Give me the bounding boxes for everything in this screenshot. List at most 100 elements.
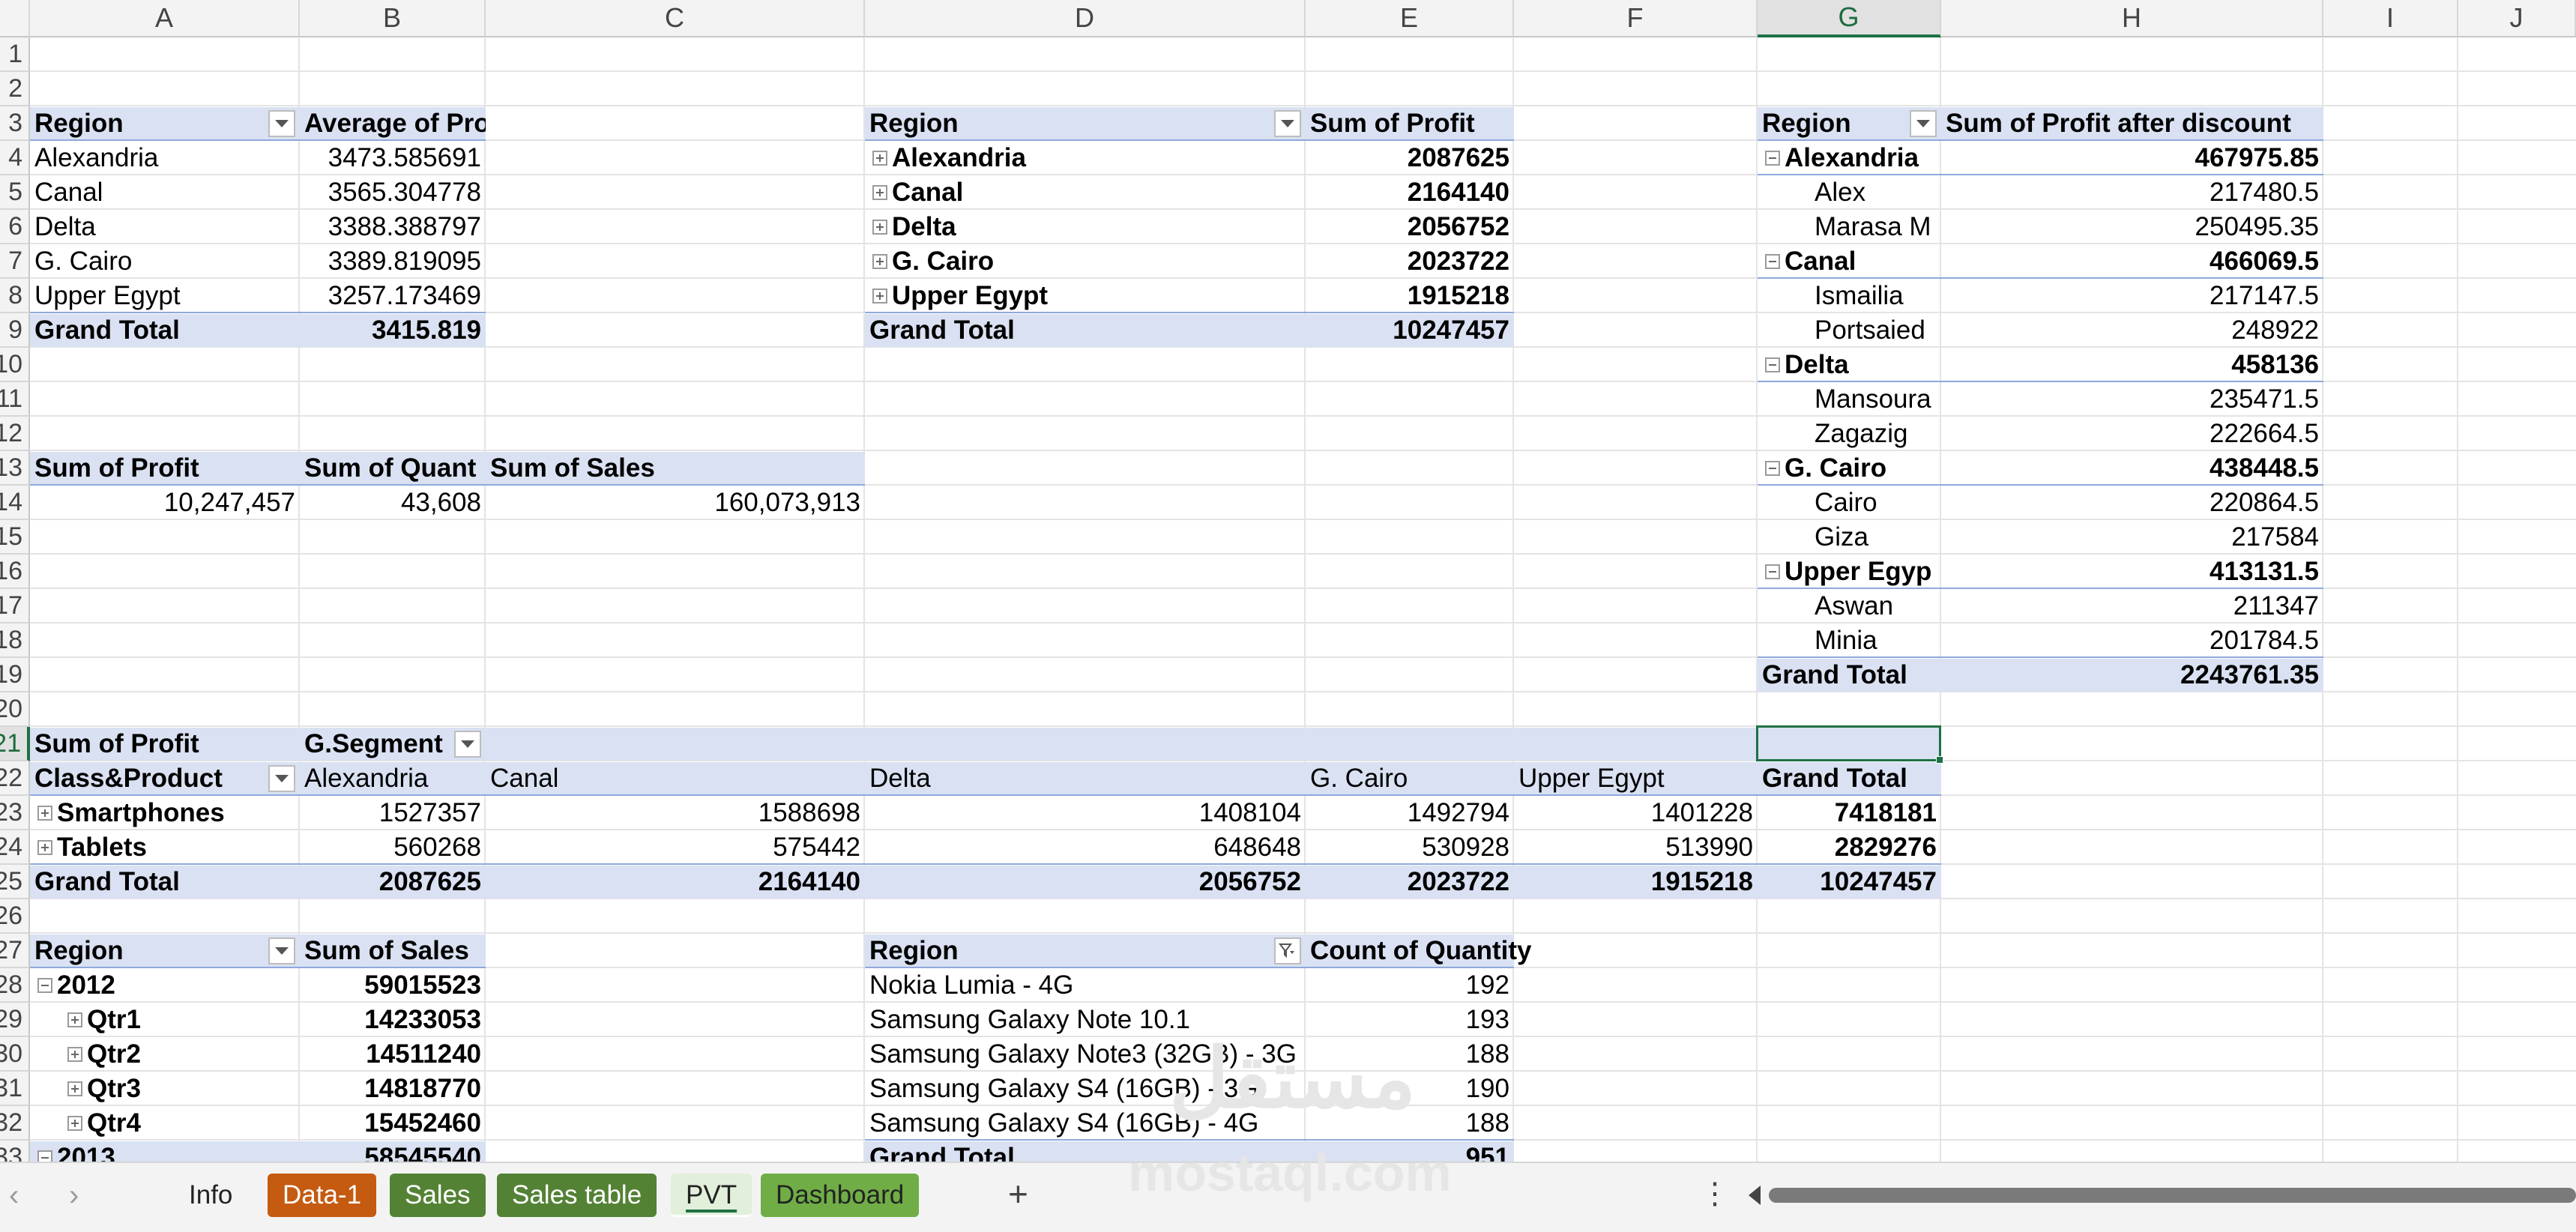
sheet-tab-sales-table[interactable]: Sales table [497, 1174, 657, 1217]
pivot5-total-value[interactable]: 2023722 [1306, 865, 1514, 899]
pivot7-header-value[interactable]: Count of Quantity [1306, 934, 1758, 968]
pivot2-row-label[interactable]: Canal [865, 175, 1306, 210]
pivot7-row-value[interactable]: 190 [1306, 1072, 1514, 1106]
row-header-5[interactable]: 5 [0, 175, 30, 210]
pivot3-child-label[interactable]: Ismailia [1810, 279, 1941, 313]
expand-icon[interactable] [872, 288, 887, 304]
pivot7-row-value[interactable]: 188 [1306, 1037, 1514, 1072]
pivot1-header-value[interactable]: Average of Profit [300, 106, 486, 141]
expand-icon[interactable] [872, 219, 887, 235]
pivot2-row-label[interactable]: G. Cairo [865, 244, 1306, 279]
row-header-2[interactable]: 2 [0, 72, 30, 106]
pivot5-total-value[interactable]: 2087625 [300, 865, 486, 899]
pivot6-row-value[interactable]: 14233053 [300, 1003, 486, 1037]
pivot3-group-value[interactable]: 413131.5 [1941, 555, 2323, 589]
pivot4-value[interactable]: 160,073,913 [486, 486, 865, 520]
row-header-4[interactable]: 4 [0, 141, 30, 175]
pivot3-header-value[interactable]: Sum of Profit after discount [1941, 106, 2323, 141]
column-header-b[interactable]: B [300, 0, 486, 37]
row-header-7[interactable]: 7 [0, 244, 30, 279]
expand-icon[interactable] [872, 184, 887, 200]
pivot3-child-label[interactable]: Aswan [1810, 589, 1941, 623]
pivot5-value[interactable]: 2829276 [1758, 830, 1941, 865]
pivot5-total-value[interactable]: 10247457 [1758, 865, 1941, 899]
column-header-a[interactable]: A [30, 0, 300, 37]
pivot1-row-label[interactable]: Canal [30, 175, 300, 210]
pivot3-child-value[interactable]: 201784.5 [1941, 623, 2323, 658]
pivot5-col-header[interactable]: G. Cairo [1306, 761, 1514, 796]
pivot5-total-value[interactable]: 1915218 [1514, 865, 1758, 899]
row-header-11[interactable]: 11 [0, 382, 30, 417]
pivot1-row-value[interactable]: 3565.304778 [300, 175, 486, 210]
pivot4-value[interactable]: 10,247,457 [30, 486, 300, 520]
expand-icon[interactable] [67, 1081, 82, 1096]
pivot3-child-label[interactable]: Zagazig [1810, 417, 1941, 451]
pivot5-col-header[interactable]: Grand Total [1758, 761, 1941, 796]
pivot3-child-value[interactable]: 235471.5 [1941, 382, 2323, 417]
horizontal-scrollbar[interactable] [1769, 1188, 2576, 1203]
row-header-29[interactable]: 29 [0, 1003, 30, 1037]
pivot1-row-label[interactable]: Upper Egypt [30, 279, 300, 313]
row-header-20[interactable]: 20 [0, 692, 30, 727]
filter-active-icon[interactable] [1274, 937, 1301, 964]
column-header-i[interactable]: I [2323, 0, 2458, 37]
pivot2-total-value[interactable]: 10247457 [1306, 313, 1514, 348]
pivot5-value[interactable]: 530928 [1306, 830, 1514, 865]
pivot3-group-value[interactable]: 466069.5 [1941, 244, 2323, 279]
pivot1-row-value[interactable]: 3389.819095 [300, 244, 486, 279]
collapse-icon[interactable] [1765, 357, 1780, 372]
row-header-23[interactable]: 23 [0, 796, 30, 830]
pivot7-row-label[interactable]: Samsung Galaxy Note3 (32GB) - 3G [865, 1037, 1306, 1072]
sheet-tab-data-1[interactable]: Data-1 [268, 1174, 377, 1217]
sheet-tab-sales[interactable]: Sales [390, 1174, 486, 1217]
active-cell[interactable] [1756, 725, 1943, 764]
pivot6-row-value[interactable]: 15452460 [300, 1106, 486, 1141]
column-header-f[interactable]: F [1514, 0, 1758, 37]
pivot7-row-value[interactable]: 188 [1306, 1106, 1514, 1141]
pivot3-child-value[interactable]: 248922 [1941, 313, 2323, 348]
pivot3-group-label[interactable]: Delta [1758, 348, 1941, 382]
pivot3-child-value[interactable]: 220864.5 [1941, 486, 2323, 520]
expand-icon[interactable] [37, 805, 52, 821]
row-header-14[interactable]: 14 [0, 486, 30, 520]
pivot6-row-value[interactable]: 59015523 [300, 968, 486, 1003]
pivot4-header[interactable]: Sum of Profit [30, 451, 300, 486]
prev-sheet-icon[interactable]: ‹ [9, 1174, 19, 1217]
pivot3-group-label[interactable]: Alexandria [1758, 141, 1941, 175]
pivot5-value[interactable]: 560268 [300, 830, 486, 865]
dropdown-filter-icon[interactable] [454, 731, 481, 758]
row-header-21[interactable]: 21 [0, 727, 30, 761]
pivot5-col-header[interactable]: Alexandria [300, 761, 486, 796]
column-header-j[interactable]: J [2458, 0, 2576, 37]
row-header-15[interactable]: 15 [0, 520, 30, 555]
pivot3-child-value[interactable]: 217480.5 [1941, 175, 2323, 210]
pivot6-row-label[interactable]: Qtr3 [60, 1072, 300, 1106]
pivot5-value[interactable]: 648648 [865, 830, 1306, 865]
collapse-icon[interactable] [37, 977, 52, 993]
pivot5-value[interactable]: 1588698 [486, 796, 865, 830]
column-header-h[interactable]: H [1941, 0, 2323, 37]
row-header-33[interactable]: 33 [0, 1141, 30, 1162]
column-header-g[interactable]: G [1758, 0, 1941, 37]
pivot5-col-header[interactable]: Canal [486, 761, 865, 796]
row-header-19[interactable]: 19 [0, 658, 30, 692]
expand-icon[interactable] [872, 150, 887, 166]
dropdown-filter-icon[interactable] [268, 110, 295, 137]
pivot6-header-value[interactable]: Sum of Sales [300, 934, 486, 968]
pivot2-row-value[interactable]: 1915218 [1306, 279, 1514, 313]
spreadsheet-grid[interactable]: ABCDEFGHIJ123456789101112131415161718192… [0, 0, 2576, 1162]
more-options-icon[interactable]: ⋮ [1700, 1172, 1730, 1216]
scroll-left-icon[interactable] [1749, 1186, 1761, 1205]
pivot5-value[interactable]: 1527357 [300, 796, 486, 830]
pivot6-row-value[interactable]: 58545540 [300, 1141, 486, 1162]
pivot5-value[interactable]: 513990 [1514, 830, 1758, 865]
pivot3-group-value[interactable]: 467975.85 [1941, 141, 2323, 175]
pivot5-total-value[interactable]: 2164140 [486, 865, 865, 899]
sheet-tab-info[interactable]: Info [174, 1174, 248, 1217]
pivot7-total-value[interactable]: 951 [1306, 1141, 1514, 1162]
pivot6-row-label[interactable]: 2013 [30, 1141, 300, 1162]
collapse-icon[interactable] [1765, 253, 1780, 269]
row-header-22[interactable]: 22 [0, 761, 30, 796]
pivot3-child-label[interactable]: Minia [1810, 623, 1941, 658]
pivot3-child-label[interactable]: Portsaied [1810, 313, 1941, 348]
